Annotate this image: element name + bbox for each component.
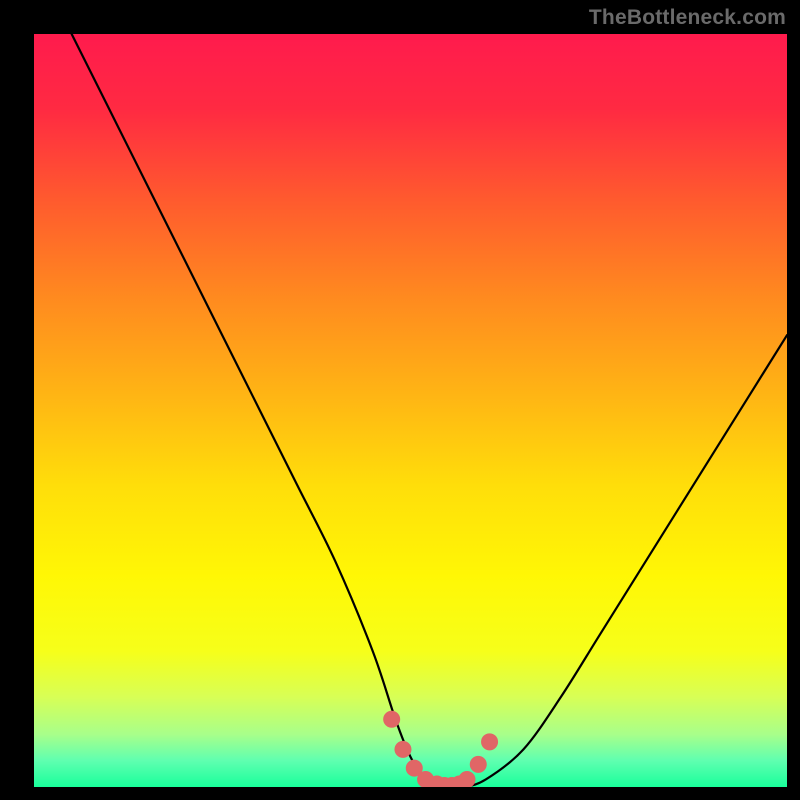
optimal-marker (395, 741, 411, 757)
plot-area (34, 34, 787, 787)
bottleneck-curve (72, 34, 787, 787)
chart-frame: TheBottleneck.com (0, 0, 800, 800)
optimal-marker (470, 756, 486, 772)
optimal-marker (459, 771, 475, 787)
optimal-marker (384, 711, 400, 727)
curve-layer (34, 34, 787, 787)
watermark-text: TheBottleneck.com (589, 6, 786, 30)
optimal-range-markers (384, 711, 498, 787)
optimal-marker (482, 734, 498, 750)
